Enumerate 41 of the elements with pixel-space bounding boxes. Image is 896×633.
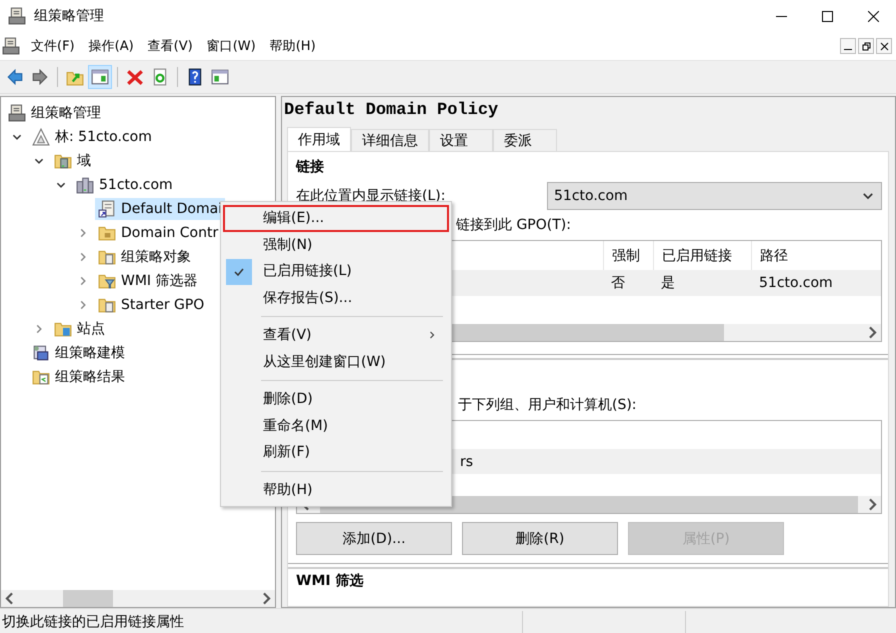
context-menu-item[interactable]: 删除(D) xyxy=(223,386,449,412)
field-label: 链接到此 GPO(T): xyxy=(456,216,572,235)
table-cell-text: 是 xyxy=(660,274,676,292)
table-cell-text: 51cto.com xyxy=(758,275,834,291)
section-heading: WMI 筛选 xyxy=(296,573,364,589)
tab[interactable]: 委派 xyxy=(493,129,557,151)
context-menu-item[interactable]: 强制(N) xyxy=(223,232,449,258)
tree-item[interactable]: 组策略对象 xyxy=(95,246,194,268)
menu-item[interactable]: 查看(V) xyxy=(140,34,200,58)
location-dropdown[interactable]: 51cto.com xyxy=(547,182,882,210)
tree-item[interactable]: 组策略管理 xyxy=(5,102,104,124)
tree-item[interactable]: 组策略结果 xyxy=(29,366,128,388)
context-menu-item[interactable]: 重命名(M) xyxy=(223,412,449,439)
menu-item[interactable]: 窗口(W) xyxy=(200,34,263,58)
context-menu-item[interactable]: 编辑(E)... xyxy=(223,205,449,232)
policy-title: Default Domain Policy xyxy=(283,100,500,122)
context-menu-item[interactable]: 查看(V) xyxy=(223,322,449,348)
context-menu-item[interactable]: 帮助(H) xyxy=(223,476,449,503)
menu-item[interactable]: 操作(A) xyxy=(82,34,141,58)
tab[interactable]: 设置 xyxy=(429,129,493,151)
section-heading: 链接 xyxy=(296,158,325,177)
tree-item[interactable]: WMI 筛选器 xyxy=(95,270,201,292)
tree-item[interactable]: 站点 xyxy=(51,318,108,340)
tree-item[interactable]: Default Domai xyxy=(95,198,226,220)
tab[interactable]: 详细信息 xyxy=(351,129,429,151)
tree-item[interactable]: Domain Contr xyxy=(95,222,222,244)
dialog-button[interactable]: 删除(R) xyxy=(462,522,618,555)
field-label: 于下列组、用户和计算机(S): xyxy=(458,396,638,415)
table-cell-text: 否 xyxy=(610,274,626,292)
window-title: 组策略管理 xyxy=(34,7,105,25)
tree-item[interactable]: 51cto.com xyxy=(73,174,176,196)
tree-item[interactable]: 林: 51cto.com xyxy=(29,126,155,148)
tab[interactable]: 作用域 xyxy=(287,127,351,151)
tree-item[interactable]: 组策略建模 xyxy=(29,342,128,364)
tree-item[interactable]: 域 xyxy=(51,150,94,172)
tree-item[interactable]: Starter GPO xyxy=(95,294,208,316)
menu-item[interactable]: 帮助(H) xyxy=(262,34,323,58)
dialog-button[interactable]: 添加(D)... xyxy=(296,522,452,555)
context-menu-item[interactable]: 从这里创建窗口(W) xyxy=(223,348,449,375)
menu-item[interactable]: 文件(F) xyxy=(24,34,82,58)
status-text: 切换此链接的已启用链接属性 xyxy=(1,612,185,630)
